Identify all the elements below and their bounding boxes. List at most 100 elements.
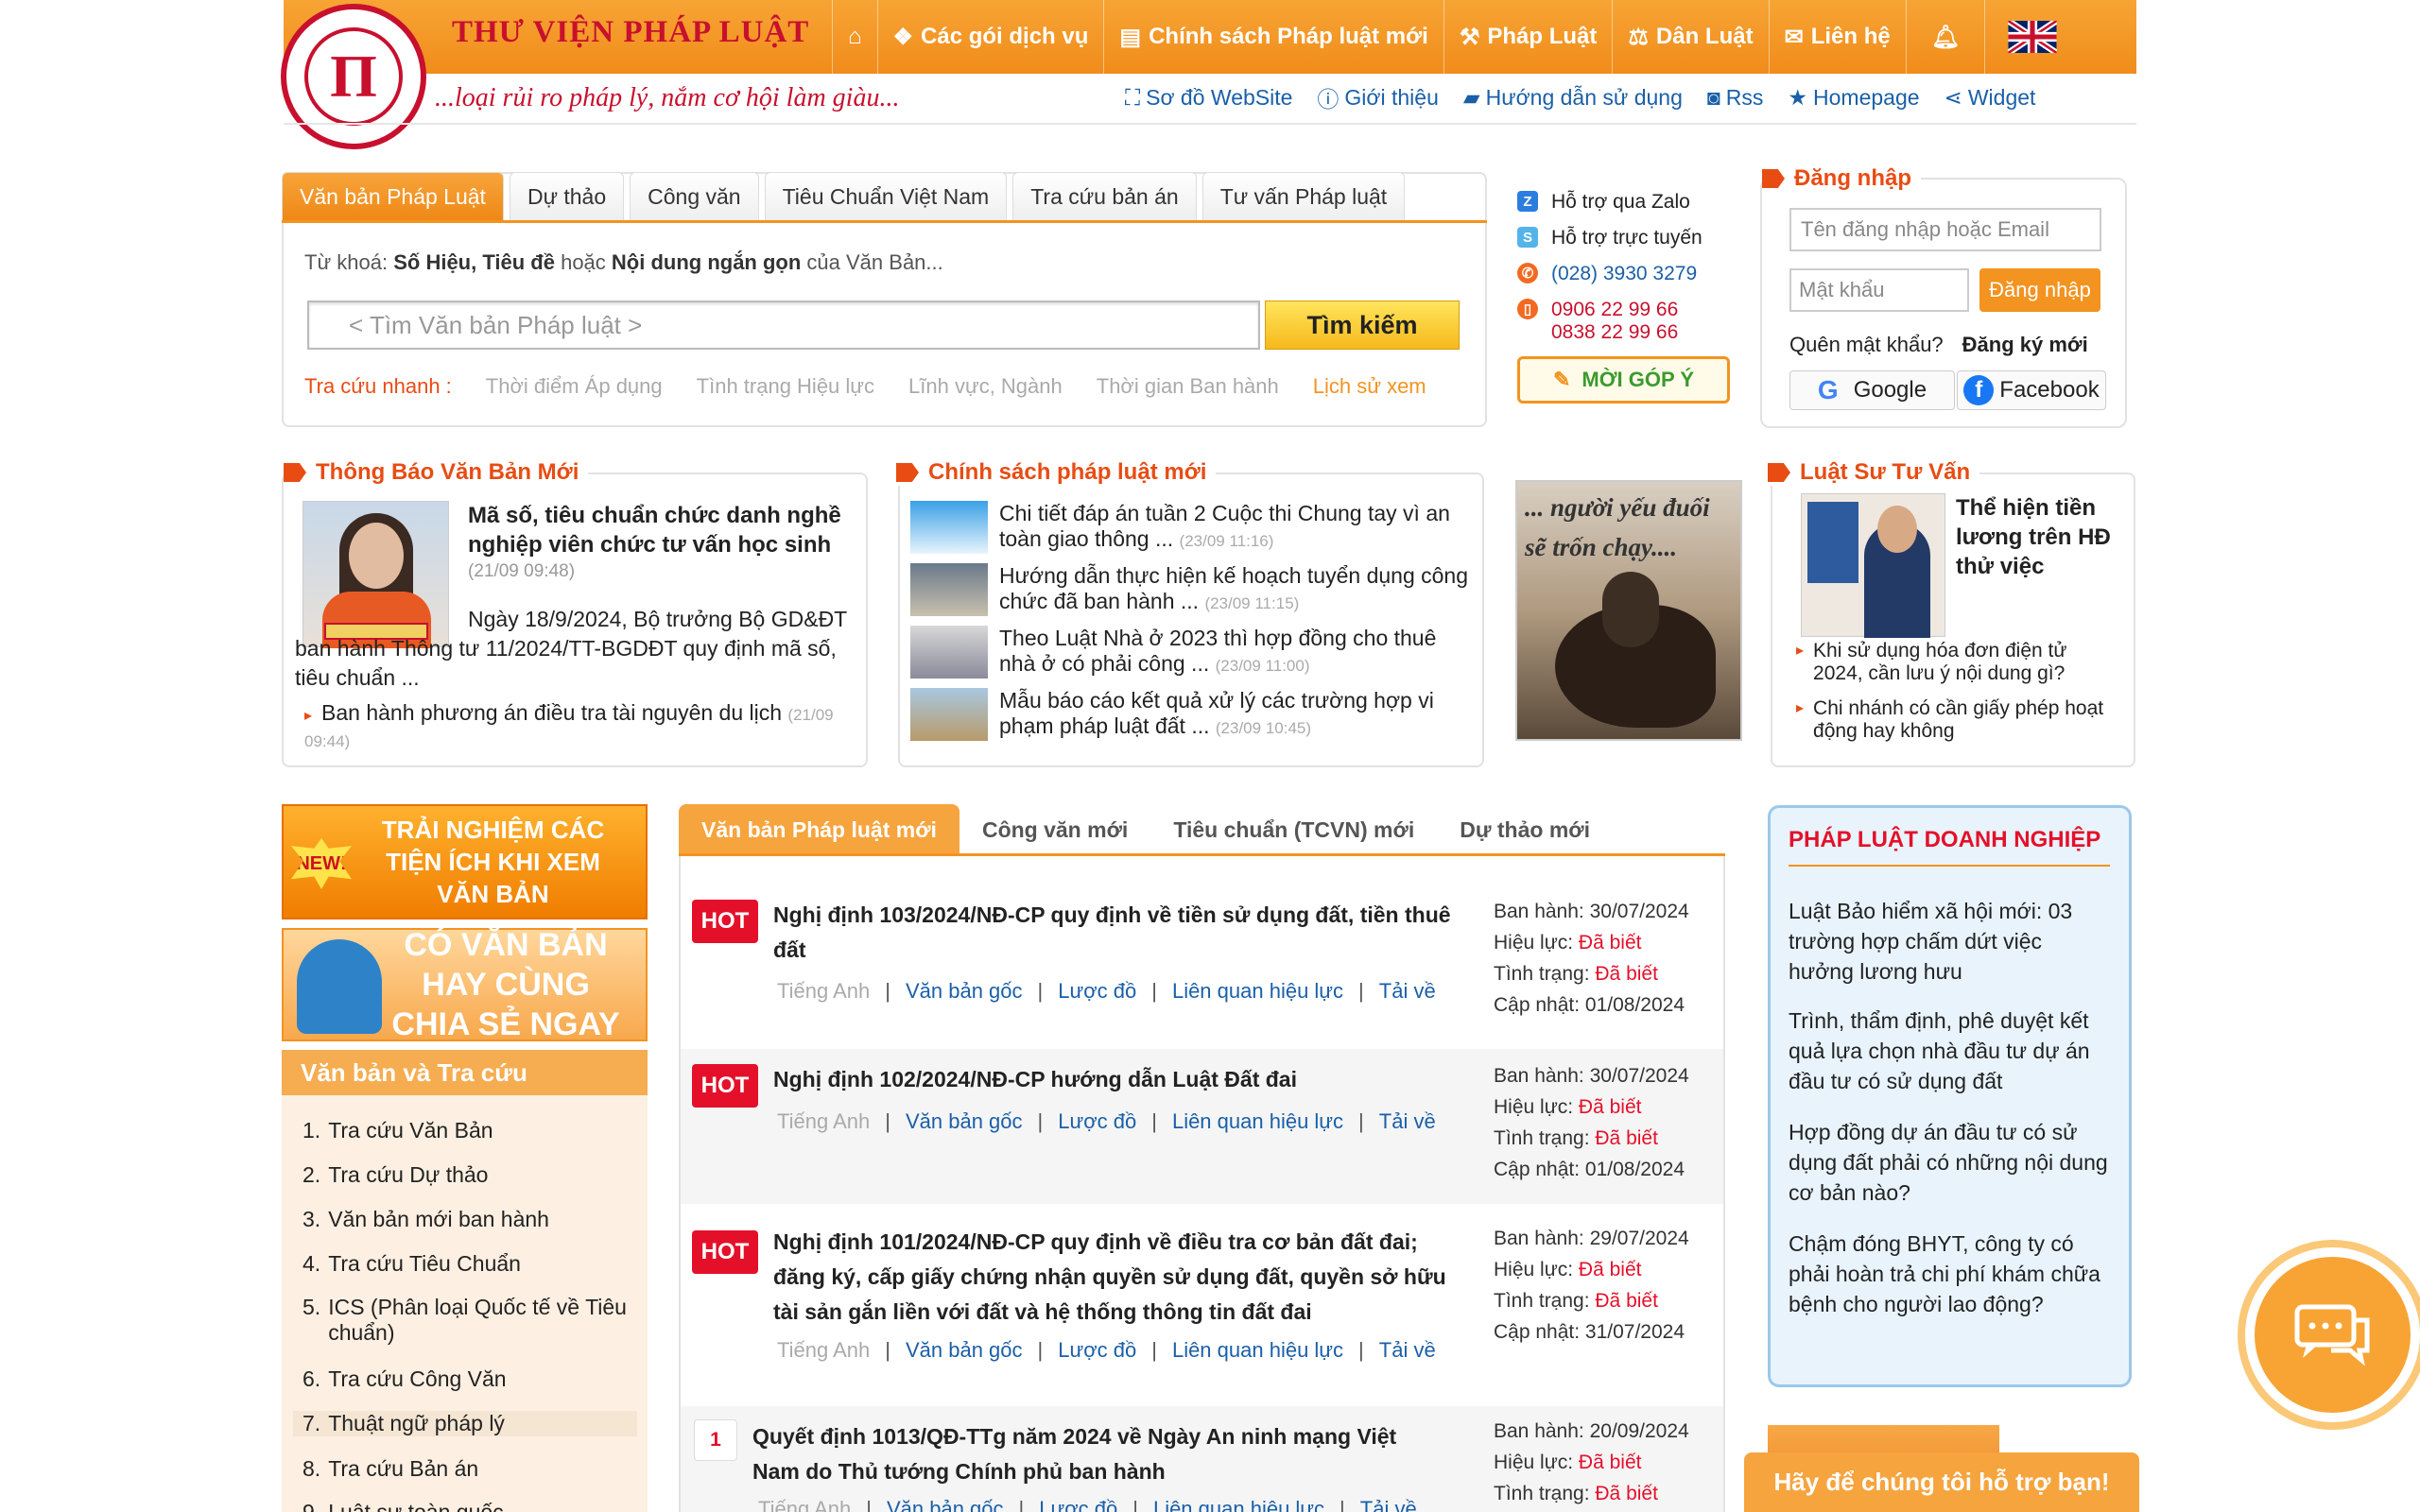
tab-new-standards[interactable]: Tiêu chuẩn (TCVN) mới [1150,804,1437,855]
view-history-link[interactable]: Lịch sử xem [1313,374,1426,399]
policy-item[interactable]: Theo Luật Nhà ở 2023 thì hợp đồng cho th… [910,626,1478,679]
nav-new-policies[interactable]: ▤ Chính sách Pháp luật mới [1103,0,1443,74]
chat-support-bar[interactable]: Hãy để chúng tôi hỗ trợ bạn! [1744,1452,2139,1512]
link-download[interactable]: Tải về [1379,979,1436,1004]
link-english[interactable]: Tiếng Anh [777,1338,870,1363]
menu-item[interactable]: 5. ICS (Phân loại Quốc tế về Tiêu chuẩn) [302,1295,633,1346]
lawyer-item[interactable]: ▸ Chi nhánh có cần giấy phép hoạt động ha… [1796,697,2118,743]
effect-value[interactable]: Đã biết [1579,1452,1642,1473]
nav-contact[interactable]: ✉ Liên hệ [1768,0,1906,74]
link-english[interactable]: Tiếng Anh [777,979,870,1004]
feedback-button[interactable]: ✎ MỜI GÓP Ý [1517,356,1730,404]
tab-new-drafts[interactable]: Dự thảo mới [1437,804,1613,855]
brand-name[interactable]: THƯ VIỆN PHÁP LUẬT [452,15,809,50]
nav-notifications[interactable]: 🔔︎ [1905,0,1984,74]
link-diagram[interactable]: Lược đồ [1058,1338,1136,1363]
nav-service-packages[interactable]: ❖ Các gói dịch vụ [876,0,1104,74]
status-value[interactable]: Đã biết [1595,1290,1658,1312]
status-value[interactable]: Đã biết [1595,963,1658,985]
experience-banner[interactable]: NEW! TRẢI NGHIỆM CÁC TIỆN ÍCH KHI XEM VĂN… [282,804,648,919]
username-input[interactable]: Tên đăng nhập hoặc Email [1789,208,2101,251]
tab-judgments[interactable]: Tra cứu bản án [1012,172,1197,221]
status-value[interactable]: Đã biết [1595,1127,1658,1149]
policy-item[interactable]: Mẫu báo cáo kết quả xử lý các trường hợp… [910,688,1478,741]
document-title[interactable]: Nghị định 103/2024/NĐ-CP quy định về tiề… [773,898,1454,968]
support-online[interactable]: S Hỗ trợ trực tuyến [1517,227,1703,249]
tab-legal-documents[interactable]: Văn bản Pháp Luật [282,172,504,221]
business-law-item[interactable]: Chậm đóng BHYT, công ty có phải hoàn trả… [1789,1228,2110,1319]
menu-item[interactable]: 4. Tra cứu Tiêu Chuẩn [302,1251,633,1277]
tab-legal-advice[interactable]: Tư vấn Pháp luật [1201,172,1406,221]
nav-law[interactable]: ⚒ Pháp Luật [1443,0,1613,74]
subnav-guide[interactable]: ▰ Hướng dẫn sử dụng [1463,81,1683,113]
subnav-homepage[interactable]: ★ Homepage [1788,81,1919,113]
search-input[interactable]: < Tìm Văn bản Pháp luật > [307,301,1260,350]
site-logo[interactable]: Π [281,4,426,149]
link-original[interactable]: Văn bản gốc [906,1109,1023,1134]
tab-new-legal-docs[interactable]: Văn bản Pháp luật mới [679,804,959,855]
notice-more-item[interactable]: ▸ Ban hành phương án điều tra tài nguyên … [304,701,862,753]
link-diagram[interactable]: Lược đồ [1039,1497,1117,1512]
document-title[interactable]: Nghị định 102/2024/NĐ-CP hướng dẫn Luật … [773,1062,1454,1097]
register-link[interactable]: Đăng ký mới [1962,333,2088,357]
subnav-sitemap[interactable]: ⛶ Sơ đồ WebSite [1125,81,1292,113]
business-law-item[interactable]: Luật Bảo hiểm xã hội mới: 03 trường hợp … [1789,896,2110,987]
effect-value[interactable]: Đã biết [1579,932,1642,954]
forgot-password-link[interactable]: Quên mật khẩu? [1789,333,1944,357]
subnav-about[interactable]: ⓘ Giới thiệu [1317,81,1438,113]
link-download[interactable]: Tải về [1379,1109,1436,1134]
link-related[interactable]: Liên quan hiệu lực [1172,1109,1343,1134]
effect-value[interactable]: Đã biết [1579,1096,1642,1118]
password-input[interactable]: Mật khẩu [1789,268,1969,312]
document-title[interactable]: Nghị định 101/2024/NĐ-CP quy định về điề… [773,1225,1454,1330]
link-download[interactable]: Tải về [1379,1338,1436,1363]
menu-item[interactable]: 7. Thuật ngữ pháp lý [293,1411,637,1436]
link-original[interactable]: Văn bản gốc [906,1338,1023,1363]
lawyer-headline[interactable]: Thể hiện tiền lương trên HĐ thử việc [1956,493,2126,581]
link-diagram[interactable]: Lược đồ [1058,979,1136,1004]
effect-value[interactable]: Đã biết [1579,1259,1642,1280]
nav-civil-law[interactable]: ⚖ Dân Luật [1612,0,1768,74]
status-value[interactable]: Đã biết [1595,1483,1658,1504]
login-button[interactable]: Đăng nhập [1979,268,2100,312]
tab-official-letters[interactable]: Công văn [630,172,759,221]
nav-home[interactable]: ⌂ [832,0,877,74]
notice-headline[interactable]: Mã số, tiêu chuẩn chức danh nghề nghiệp … [468,501,856,559]
subnav-rss[interactable]: ◙ Rss [1707,81,1764,113]
menu-item[interactable]: 3. Văn bản mới ban hành [302,1207,633,1232]
policy-item[interactable]: Hướng dẫn thực hiện kế hoạch tuyển dụng … [910,563,1478,616]
tab-new-letters[interactable]: Công văn mới [959,804,1150,855]
link-original[interactable]: Văn bản gốc [906,979,1023,1004]
policy-item[interactable]: Chi tiết đáp án tuần 2 Cuộc thi Chung ta… [910,501,1478,554]
document-title[interactable]: Quyết định 1013/QĐ-TTg năm 2024 về Ngày … [752,1419,1433,1489]
lawyer-item[interactable]: ▸ Khi sử dụng hóa đơn điện tử 2024, cần l… [1796,640,2118,685]
tab-drafts[interactable]: Dự thảo [509,172,625,221]
quick-field[interactable]: Lĩnh vực, Ngành [908,374,1063,399]
menu-item[interactable]: 1. Tra cứu Văn Bản [302,1118,633,1143]
tab-vn-standards[interactable]: Tiêu Chuẩn Việt Nam [764,172,1008,221]
menu-item[interactable]: 2. Tra cứu Dự thảo [302,1162,633,1188]
support-zalo[interactable]: Z Hỗ trợ qua Zalo [1517,191,1703,214]
quote-artwork[interactable]: ... người yếu đuối sẽ trốn chạy.... [1515,480,1742,741]
share-banner[interactable]: CÓ VĂN BẢN HAY CÙNG CHIA SẺ NGAY [282,927,648,1042]
menu-item[interactable]: 6. Tra cứu Công Văn [302,1366,633,1392]
support-mobile[interactable]: ▯ 0906 22 99 66 0838 22 99 66 [1517,299,1703,344]
search-button[interactable]: Tìm kiếm [1265,301,1460,350]
chat-button[interactable] [2245,1247,2420,1422]
business-law-item[interactable]: Trình, thẩm định, phê duyệt kết quả lựa … [1789,1005,2110,1096]
quick-effective-date[interactable]: Thời điểm Áp dụng [486,374,663,399]
subnav-widget[interactable]: ⋖ Widget [1945,81,2036,113]
link-related[interactable]: Liên quan hiệu lực [1172,1338,1343,1363]
menu-item[interactable]: 9. Luật sư toàn quốc [302,1500,633,1512]
link-original[interactable]: Văn bản gốc [887,1497,1004,1512]
link-diagram[interactable]: Lược đồ [1058,1109,1136,1134]
business-law-item[interactable]: Hợp đồng dự án đầu tư có sử dụng đất phả… [1789,1117,2110,1208]
facebook-login-button[interactable]: f Facebook [1957,370,2106,410]
link-english[interactable]: Tiếng Anh [758,1497,851,1512]
menu-item[interactable]: 8. Tra cứu Bản án [302,1456,633,1482]
link-related[interactable]: Liên quan hiệu lực [1153,1497,1324,1512]
link-english[interactable]: Tiếng Anh [777,1109,870,1134]
google-login-button[interactable]: G Google [1789,370,1955,410]
support-phone[interactable]: ✆ (028) 3930 3279 [1517,263,1703,285]
link-download[interactable]: Tải về [1360,1497,1417,1512]
